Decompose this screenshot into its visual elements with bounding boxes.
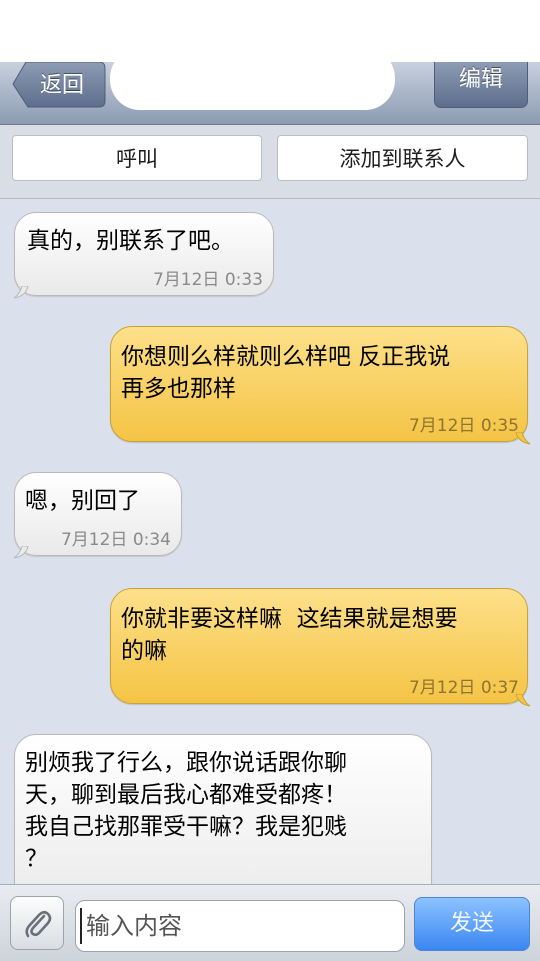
message-time: 7月12日 0:34: [60, 530, 171, 550]
paperclip-icon: [25, 910, 52, 938]
contact-actions: 呼叫 添加到联系人: [0, 125, 540, 199]
message-text: 嗯，别回了: [25, 488, 140, 514]
message-input[interactable]: [75, 900, 405, 952]
contact-name-redacted: [110, 48, 395, 110]
back-label: 返回: [40, 73, 85, 98]
message-time: 7月12日 0:35: [408, 416, 519, 436]
attach-button[interactable]: [10, 896, 64, 950]
add-to-contacts-button[interactable]: 添加到联系人: [277, 135, 528, 181]
message-text: 你就非要这样嘛 这结果就是想要 的嘛: [121, 606, 458, 664]
message-incoming[interactable]: 真的，别联系了吧。 7月12日 0:33: [14, 212, 274, 296]
message-composer: 发送: [0, 884, 540, 961]
text-caret: [80, 908, 82, 944]
send-button[interactable]: 发送: [414, 897, 530, 951]
message-time: 7月12日 0:33: [152, 270, 263, 290]
call-button[interactable]: 呼叫: [12, 135, 262, 181]
edit-button[interactable]: 编辑: [434, 62, 528, 108]
bubble-tail: [13, 286, 29, 299]
message-text: 你想则么样就则么样吧 反正我说 再多也那样: [121, 344, 451, 402]
message-time: 7月12日 0:37: [408, 678, 519, 698]
back-button[interactable]: 返回: [12, 62, 106, 108]
bubble-tail: [515, 694, 531, 707]
message-text: 别烦我了行么，跟你说话跟你聊 天，聊到最后我心都难受都疼！ 我自己找那罪受干嘛？…: [25, 750, 347, 872]
message-incoming[interactable]: 嗯，别回了 7月12日 0:34: [14, 472, 182, 556]
bubble-tail: [515, 432, 531, 445]
bubble-tail: [13, 546, 29, 559]
message-outgoing[interactable]: 你就非要这样嘛 这结果就是想要 的嘛 7月12日 0:37: [110, 588, 528, 704]
message-outgoing[interactable]: 你想则么样就则么样吧 反正我说 再多也那样 7月12日 0:35: [110, 326, 528, 442]
message-text: 真的，别联系了吧。: [27, 228, 234, 254]
